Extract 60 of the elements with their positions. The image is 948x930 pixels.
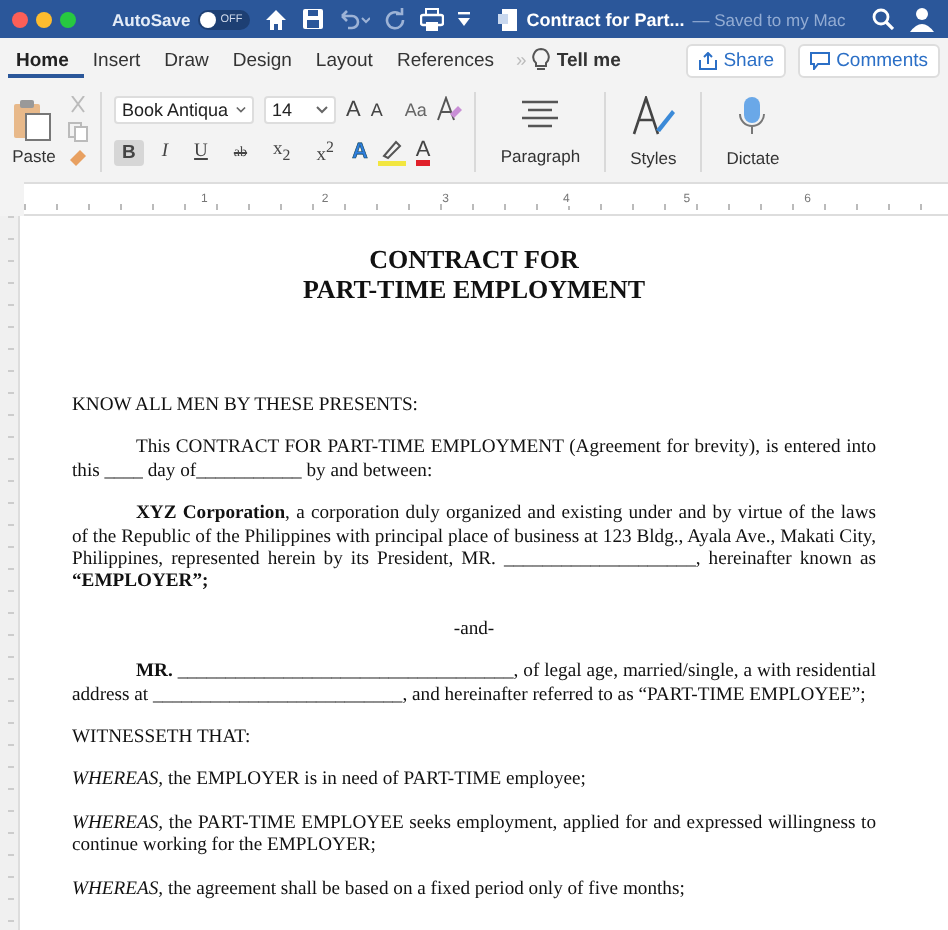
share-icon xyxy=(697,51,718,69)
share-button[interactable]: Share xyxy=(685,43,787,77)
save-status: — Saved to my Mac xyxy=(692,9,846,29)
redo-icon[interactable] xyxy=(384,8,407,30)
search-icon[interactable] xyxy=(872,8,894,30)
paragraph: WHEREAS, the EMPLOYER is in need of PART-TIME employee; xyxy=(72,768,588,792)
minimize-button[interactable] xyxy=(36,11,52,27)
format-button[interactable]: B xyxy=(114,139,144,165)
zoom-button[interactable] xyxy=(60,11,76,27)
document-title: Contract for Part... xyxy=(526,9,685,29)
document-title-line: CONTRACT FOR xyxy=(367,244,581,274)
paragraph: WHEREAS, the agreement shall be based on a fixed period only of five months; xyxy=(72,877,687,901)
ribbon-tab[interactable]: Draw xyxy=(156,43,225,77)
format-button[interactable]: U xyxy=(186,140,216,164)
home-icon[interactable] xyxy=(264,7,289,31)
font-color-button[interactable]: A xyxy=(415,139,431,165)
format-button[interactable]: I xyxy=(153,140,177,164)
styles-button[interactable]: Styles xyxy=(618,96,689,168)
document-icon xyxy=(498,7,519,31)
lightbulb-icon xyxy=(532,48,551,72)
clipboard-icon xyxy=(12,98,56,142)
grow-font-button[interactable]: A xyxy=(346,97,361,122)
chevron-down-icon xyxy=(236,105,246,114)
ribbon-tab[interactable]: References xyxy=(388,43,511,77)
person-icon[interactable] xyxy=(908,5,936,33)
font-size-field[interactable]: 14 xyxy=(264,95,336,124)
tell-me-field[interactable]: Tell me xyxy=(550,43,637,77)
ribbon-tab[interactable]: Design xyxy=(224,43,308,77)
paragraph: MR. ___________________________________, of legal age, married/single, a with residential address at __________________________, and hereinafter referred to as “PART-TIME EMPLOYEE”; xyxy=(72,660,876,707)
ribbon-tab[interactable]: Layout xyxy=(307,43,389,77)
paragraph-button[interactable]: Paragraph xyxy=(488,98,593,166)
customize-dropdown-icon[interactable] xyxy=(458,11,471,27)
save-icon[interactable] xyxy=(302,8,325,30)
clear-formatting-icon[interactable] xyxy=(436,96,463,123)
comments-button[interactable]: Comments xyxy=(798,43,940,77)
format-button[interactable]: x$^{2}$ xyxy=(308,135,342,169)
change-case-button[interactable]: Aa xyxy=(404,99,427,120)
comment-icon xyxy=(810,51,831,69)
ribbon-tab[interactable]: Home xyxy=(8,43,85,77)
format-button[interactable]: x$_{2}$ xyxy=(265,138,299,166)
print-icon[interactable] xyxy=(420,7,445,31)
paragraph: WHEREAS, the PART-TIME EMPLOYEE seeks employment, applied for and expressed willingness to continue working for the EMPLOYER; xyxy=(72,811,876,858)
document-title-line: PART-TIME EMPLOYMENT xyxy=(300,274,648,304)
shrink-font-button[interactable]: A xyxy=(370,99,383,120)
chevron-down-icon xyxy=(316,105,328,114)
paragraph: This CONTRACT FOR PART-TIME EMPLOYMENT (Agreement for brevity), is entered into this ____ day of___________ by and between: xyxy=(72,436,876,483)
paragraph: KNOW ALL MEN BY THESE PRESENTS: xyxy=(72,394,420,417)
autosave-label: AutoSave xyxy=(112,9,191,29)
ribbon-tab[interactable]: Insert xyxy=(84,43,157,77)
dictate-button[interactable]: Dictate xyxy=(714,96,792,168)
font-name-field[interactable]: Book Antiqua xyxy=(114,95,254,124)
text-effects-button[interactable]: A xyxy=(351,140,368,164)
styles-icon xyxy=(631,96,676,136)
undo-icon[interactable] xyxy=(338,8,371,30)
paragraph: -and- xyxy=(451,617,497,641)
highlighter-icon[interactable] xyxy=(377,138,406,166)
paragraph: WITNESSETH THAT: xyxy=(72,726,253,749)
paste-button[interactable]: Paste xyxy=(8,98,60,166)
paragraph: XYZ Corporation, a corporation duly organized and existing under and by virtue of the laws of the Republic of the Philippines with principal place of business at 123 Bldg., Ayala Ave., Makati City, Philippines, represented herein by its President, MR. ____________________, hereinafter known as “EMPLOYER”; xyxy=(72,502,876,594)
microphone-icon xyxy=(738,96,767,136)
